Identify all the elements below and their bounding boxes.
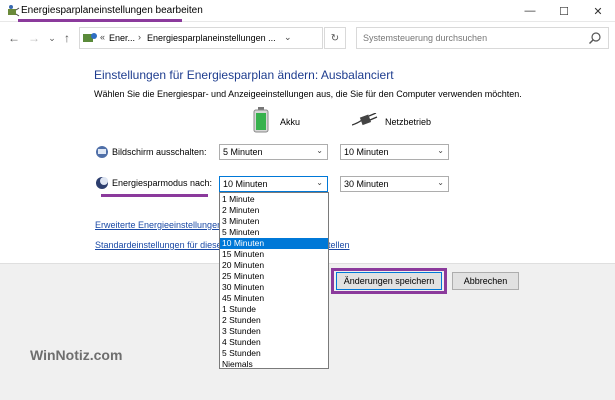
battery-column-label: Akku (280, 117, 301, 127)
dropdown-option[interactable]: 30 Minuten (220, 282, 328, 293)
minimize-button[interactable]: — (513, 0, 547, 22)
dropdown-option[interactable]: 1 Stunde (220, 304, 328, 315)
sleep-label: Energiesparmodus nach: (112, 178, 213, 188)
back-arrow-icon[interactable]: ← (6, 30, 22, 46)
display-off-battery-select[interactable]: 5 Minuten ⌄ (219, 144, 328, 160)
refresh-icon[interactable]: ↻ (324, 27, 346, 49)
address-overflow[interactable]: « (100, 32, 105, 42)
display-off-battery-value: 5 Minuten (223, 147, 263, 157)
dropdown-option[interactable]: Niemals (220, 359, 328, 370)
recent-locations-chevron-icon[interactable]: ⌄ (44, 30, 60, 46)
dropdown-option[interactable]: 3 Stunden (220, 326, 328, 337)
control-panel-icon (83, 33, 97, 42)
maximize-button[interactable]: ☐ (547, 0, 581, 22)
search-box[interactable]: Systemsteuerung durchsuchen (356, 27, 609, 49)
breadcrumb-separator: › (138, 32, 141, 42)
window-title: Energiesparplaneinstellungen bearbeiten (21, 5, 203, 16)
cancel-button[interactable]: Abbrechen (452, 272, 519, 290)
display-off-icon (96, 146, 108, 158)
restore-defaults-link-tail[interactable]: tellen (328, 240, 350, 250)
dropdown-option[interactable]: 4 Stunden (220, 337, 328, 348)
dropdown-option[interactable]: 5 Minuten (220, 227, 328, 238)
search-input[interactable]: Systemsteuerung durchsuchen (363, 33, 487, 43)
sleep-battery-select[interactable]: 10 Minuten ⌄ (219, 176, 328, 192)
display-off-label: Bildschirm ausschalten: (112, 147, 207, 157)
battery-icon (253, 107, 269, 133)
up-arrow-icon[interactable]: ↑ (59, 30, 75, 46)
sleep-plugged-value: 30 Minuten (344, 179, 389, 189)
dropdown-option[interactable]: 25 Minuten (220, 271, 328, 282)
sleep-battery-dropdown-list[interactable]: 1 Minute 2 Minuten 3 Minuten 5 Minuten 10 Mi… (219, 192, 329, 369)
advanced-power-settings-link[interactable]: Erweiterte Energieeinstellungen ä (95, 220, 230, 230)
watermark: WinNotiz.com (30, 347, 123, 363)
plugged-column-header: Netzbetrieb (352, 107, 442, 135)
page-title: Einstellungen für Energiesparplan ändern… (94, 68, 394, 82)
dropdown-option[interactable]: 45 Minuten (220, 293, 328, 304)
dropdown-option[interactable]: 5 Stunden (220, 348, 328, 359)
dropdown-option[interactable]: 2 Minuten (220, 205, 328, 216)
close-button[interactable]: ✕ (581, 0, 615, 22)
page-subtitle: Wählen Sie die Energiespar- und Anzeigee… (94, 89, 522, 99)
breadcrumb-current[interactable]: Energiesparplaneinstellungen ... (147, 33, 276, 43)
dropdown-option[interactable]: 10 Minuten (220, 238, 328, 249)
breadcrumb-ener[interactable]: Ener... (109, 33, 135, 43)
save-changes-button[interactable]: Änderungen speichern (336, 272, 442, 290)
dropdown-option[interactable]: 20 Minuten (220, 260, 328, 271)
title-highlight-underline (18, 19, 182, 22)
search-icon[interactable] (588, 31, 602, 45)
dropdown-option[interactable]: 2 Stunden (220, 315, 328, 326)
power-plug-icon (352, 113, 378, 126)
dropdown-option[interactable]: 15 Minuten (220, 249, 328, 260)
sleep-plugged-select[interactable]: 30 Minuten ⌄ (340, 176, 449, 192)
address-history-chevron-icon[interactable]: ⌄ (284, 32, 292, 43)
sleep-moon-icon (96, 177, 108, 189)
title-bar: Energiesparplaneinstellungen bearbeiten … (0, 0, 615, 22)
chevron-down-icon: ⌄ (437, 178, 444, 187)
forward-arrow-icon[interactable]: → (26, 30, 42, 46)
dropdown-option[interactable]: 1 Minute (220, 194, 328, 205)
display-off-plugged-select[interactable]: 10 Minuten ⌄ (340, 144, 449, 160)
dropdown-option[interactable]: 3 Minuten (220, 216, 328, 227)
navigation-bar: ← → ⌄ ↑ « Ener... › Energiesparplaneinst… (0, 24, 615, 52)
chevron-down-icon: ⌄ (316, 178, 323, 187)
sleep-label-highlight (101, 194, 208, 197)
battery-column-header: Akku (252, 107, 342, 135)
display-off-plugged-value: 10 Minuten (344, 147, 389, 157)
power-options-icon (8, 5, 20, 17)
address-bar[interactable]: « Ener... › Energiesparplaneinstellungen… (79, 27, 323, 49)
chevron-down-icon: ⌄ (437, 146, 444, 155)
chevron-down-icon: ⌄ (316, 146, 323, 155)
plugged-column-label: Netzbetrieb (385, 117, 432, 127)
sleep-battery-value: 10 Minuten (223, 179, 268, 189)
restore-defaults-link[interactable]: Standardeinstellungen für diese (95, 240, 222, 250)
